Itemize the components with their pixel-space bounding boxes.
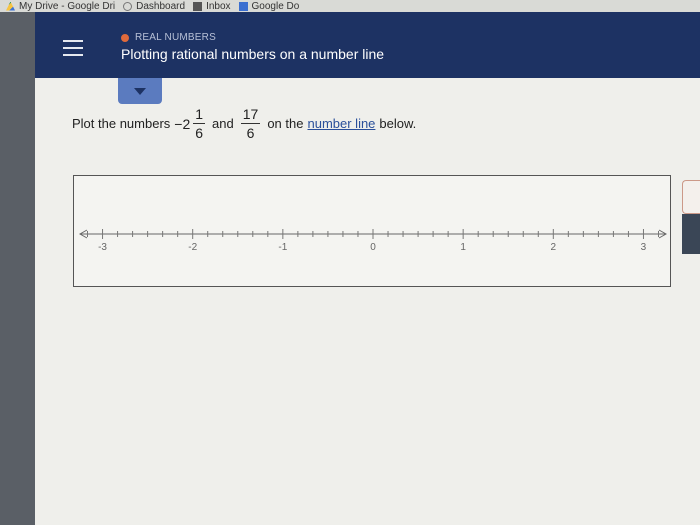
number-line-plot[interactable]: -3 -2 -1 0 1 2 3 — [73, 175, 671, 287]
collapse-toggle-button[interactable] — [118, 78, 162, 104]
tick-label: 3 — [641, 242, 647, 253]
dashboard-icon — [123, 1, 133, 11]
fraction-denominator: 6 — [246, 125, 255, 141]
conjunction: and — [212, 116, 234, 131]
lesson-title: Plotting rational numbers on a number li… — [121, 46, 385, 62]
side-tool-button[interactable] — [682, 180, 700, 214]
topic-label: REAL NUMBERS — [135, 32, 216, 43]
google-docs-icon — [238, 1, 248, 11]
google-drive-icon — [6, 1, 15, 11]
bookmark-label: Dashboard — [136, 0, 186, 12]
topic-row: REAL NUMBERS — [121, 32, 216, 43]
tick-label: -3 — [98, 242, 107, 253]
number-line-link[interactable]: number line — [307, 116, 375, 131]
question-prefix: Plot the numbers — [72, 116, 171, 131]
fraction-numerator: 17 — [240, 106, 261, 124]
tick-label: -1 — [278, 242, 287, 253]
app-header: REAL NUMBERS Plotting rational numbers o… — [35, 12, 700, 78]
tick-label: 2 — [551, 242, 557, 253]
bookmark-label: Google Do — [251, 0, 300, 12]
main-content: Plot the numbers −2 1 6 and 17 6 on the … — [35, 78, 700, 525]
number-line-svg[interactable]: -3 -2 -1 0 1 2 3 — [74, 176, 672, 288]
question-prompt: Plot the numbers −2 1 6 and 17 6 on the … — [72, 106, 416, 141]
menu-icon[interactable] — [63, 40, 83, 56]
question-suffix: below. — [379, 116, 417, 131]
mixed-number-whole: −2 — [174, 115, 191, 132]
fraction-denominator: 6 — [195, 125, 204, 141]
bookmark-inbox[interactable]: Inbox — [193, 0, 231, 12]
bookmark-dashboard[interactable]: Dashboard — [123, 1, 185, 12]
tick-label: -2 — [188, 242, 197, 253]
inbox-icon — [193, 1, 203, 11]
topic-dot-icon — [121, 33, 129, 42]
improper-fraction: 17 6 — [240, 106, 261, 141]
side-panel-tab[interactable] — [682, 214, 700, 254]
bookmark-label: My Drive - Google Dri — [19, 0, 116, 12]
tick-label: 0 — [370, 242, 376, 253]
fraction-numerator: 1 — [193, 106, 206, 124]
question-middle: on the — [267, 116, 304, 131]
bookmark-google-drive[interactable]: My Drive - Google Dri — [6, 1, 115, 12]
caret-down-icon — [134, 87, 146, 95]
tick-label: 1 — [460, 242, 466, 253]
bookmark-google-docs[interactable]: Google Do — [238, 0, 300, 12]
bookmark-label: Inbox — [206, 0, 231, 12]
mixed-number-fraction: 1 6 — [193, 106, 206, 141]
bookmarks-bar: My Drive - Google Dri Dashboard Inbox Go… — [0, 0, 700, 12]
